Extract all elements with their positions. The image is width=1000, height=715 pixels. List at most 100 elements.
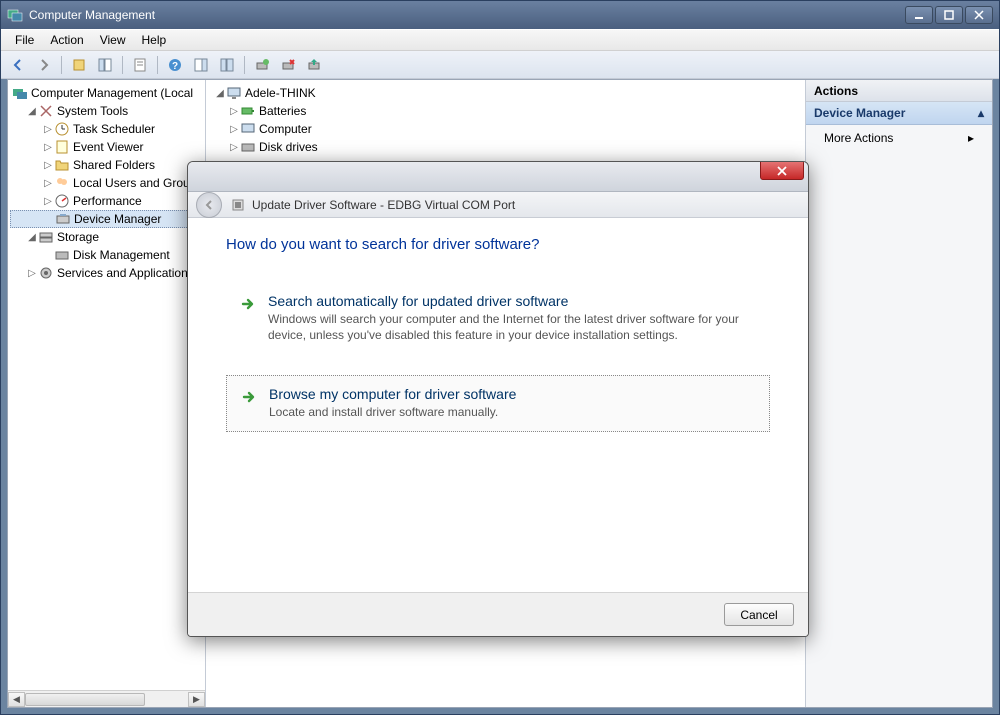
tree-label: Storage <box>57 230 99 244</box>
arrow-icon <box>240 296 256 312</box>
tree-root[interactable]: Computer Management (Local <box>10 84 203 102</box>
expand-icon[interactable]: ▷ <box>42 124 54 135</box>
expand-icon[interactable]: ▷ <box>42 178 54 189</box>
show-hide-tree-icon[interactable] <box>94 54 116 76</box>
expand-icon[interactable]: ▷ <box>42 142 54 153</box>
expand-icon[interactable]: ▷ <box>228 124 240 135</box>
arrow-icon <box>241 389 257 405</box>
driver-icon <box>230 197 246 213</box>
dialog-title: Update Driver Software - EDBG Virtual CO… <box>252 198 515 212</box>
services-icon <box>38 265 54 281</box>
computer-mgmt-icon <box>12 85 28 101</box>
menu-file[interactable]: File <box>7 31 42 49</box>
refresh-icon[interactable] <box>216 54 238 76</box>
tree-event-viewer[interactable]: ▷ Event Viewer <box>10 138 203 156</box>
tree-label: System Tools <box>57 104 128 118</box>
tree-services-apps[interactable]: ▷ Services and Applications <box>10 264 203 282</box>
collapse-icon[interactable]: ◢ <box>26 232 38 243</box>
menu-action[interactable]: Action <box>42 31 91 49</box>
dialog-back-button[interactable] <box>196 192 222 218</box>
actions-section-label: Device Manager <box>814 106 905 120</box>
uninstall-icon[interactable] <box>277 54 299 76</box>
maximize-button[interactable] <box>935 6 963 24</box>
titlebar: Computer Management <box>1 1 999 29</box>
separator <box>244 56 245 74</box>
up-icon[interactable] <box>68 54 90 76</box>
collapse-icon[interactable]: ◢ <box>26 106 38 117</box>
option-desc: Windows will search your computer and th… <box>268 311 756 343</box>
battery-icon <box>240 103 256 119</box>
tree-performance[interactable]: ▷ Performance <box>10 192 203 210</box>
more-actions-label: More Actions <box>824 131 893 145</box>
harddisk-icon <box>240 139 256 155</box>
performance-icon <box>54 193 70 209</box>
menu-view[interactable]: View <box>92 31 134 49</box>
scroll-right-icon[interactable]: ▶ <box>188 692 205 707</box>
device-disk-drives[interactable]: ▷ Disk drives <box>212 138 799 156</box>
chevron-right-icon: ▸ <box>968 131 974 145</box>
event-icon <box>54 139 70 155</box>
console-tree-panel: Computer Management (Local ◢ System Tool… <box>8 80 206 707</box>
expand-icon[interactable]: ▷ <box>26 268 38 279</box>
back-icon[interactable] <box>7 54 29 76</box>
expand-icon[interactable]: ▷ <box>42 160 54 171</box>
toolbar: ? <box>1 51 999 79</box>
computer-icon <box>226 85 242 101</box>
storage-icon <box>38 229 54 245</box>
chevron-up-icon: ▴ <box>978 106 984 120</box>
tree-storage[interactable]: ◢ Storage <box>10 228 203 246</box>
dialog-question: How do you want to search for driver sof… <box>226 236 770 253</box>
svg-text:?: ? <box>172 61 178 72</box>
folder-icon <box>54 157 70 173</box>
window-title: Computer Management <box>29 8 905 22</box>
more-actions[interactable]: More Actions ▸ <box>806 125 992 151</box>
update-driver-dialog: Update Driver Software - EDBG Virtual CO… <box>187 161 809 637</box>
device-computer[interactable]: ▷ Computer <box>212 120 799 138</box>
tree-shared-folders[interactable]: ▷ Shared Folders <box>10 156 203 174</box>
tree-disk-management[interactable]: Disk Management <box>10 246 203 264</box>
device-label: Batteries <box>259 104 306 118</box>
device-manager-icon <box>55 211 71 227</box>
menu-help[interactable]: Help <box>134 31 175 49</box>
tools-icon <box>38 103 54 119</box>
device-label: Computer <box>259 122 312 136</box>
tree-task-scheduler[interactable]: ▷ Task Scheduler <box>10 120 203 138</box>
dialog-close-button[interactable] <box>760 161 804 180</box>
device-batteries[interactable]: ▷ Batteries <box>212 102 799 120</box>
device-root[interactable]: ◢ Adele-THINK <box>212 84 799 102</box>
action-pane-icon[interactable] <box>190 54 212 76</box>
actions-section[interactable]: Device Manager ▴ <box>806 102 992 125</box>
update-driver-icon[interactable] <box>303 54 325 76</box>
close-button[interactable] <box>965 6 993 24</box>
tree-system-tools[interactable]: ◢ System Tools <box>10 102 203 120</box>
tree-label: Local Users and Group <box>73 176 196 190</box>
scroll-left-icon[interactable]: ◀ <box>8 692 25 707</box>
computer-management-window: Computer Management File Action View Hel… <box>0 0 1000 715</box>
option-title: Browse my computer for driver software <box>269 386 516 402</box>
app-icon <box>7 7 23 23</box>
minimize-button[interactable] <box>905 6 933 24</box>
tree-local-users[interactable]: ▷ Local Users and Group <box>10 174 203 192</box>
dialog-body: How do you want to search for driver sof… <box>188 218 808 592</box>
expand-icon[interactable]: ▷ <box>228 142 240 153</box>
scroll-thumb[interactable] <box>25 693 145 706</box>
help-icon[interactable]: ? <box>164 54 186 76</box>
forward-icon[interactable] <box>33 54 55 76</box>
tree-label: Event Viewer <box>73 140 143 154</box>
users-icon <box>54 175 70 191</box>
option-browse-computer[interactable]: Browse my computer for driver software L… <box>226 375 770 431</box>
option-search-automatically[interactable]: Search automatically for updated driver … <box>226 283 770 353</box>
cancel-button[interactable]: Cancel <box>724 603 794 626</box>
tree-device-manager[interactable]: Device Manager <box>10 210 203 228</box>
horizontal-scrollbar[interactable]: ◀ ▶ <box>8 690 205 707</box>
actions-panel: Actions Device Manager ▴ More Actions ▸ <box>806 80 992 707</box>
collapse-icon[interactable]: ◢ <box>214 88 226 99</box>
tree-label: Performance <box>73 194 142 208</box>
properties-icon[interactable] <box>129 54 151 76</box>
device-label: Disk drives <box>259 140 318 154</box>
expand-icon[interactable]: ▷ <box>42 196 54 207</box>
scan-hardware-icon[interactable] <box>251 54 273 76</box>
actions-header: Actions <box>806 80 992 102</box>
expand-icon[interactable]: ▷ <box>228 106 240 117</box>
pc-icon <box>240 121 256 137</box>
